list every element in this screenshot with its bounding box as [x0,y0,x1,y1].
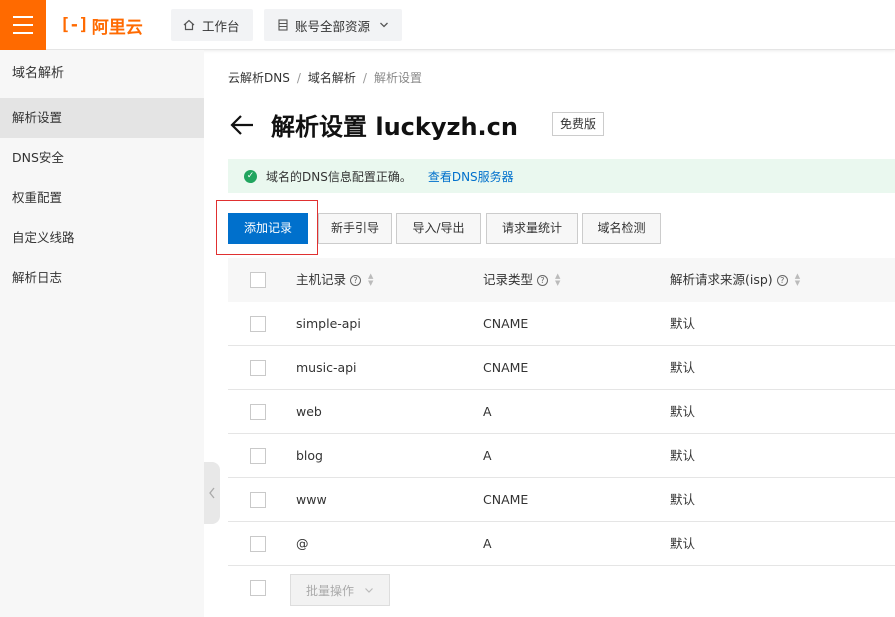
breadcrumb: 云解析DNS / 域名解析 / 解析设置 [228,71,422,85]
sort-icon[interactable]: ▲ ▼ [368,273,373,287]
batch-operation-dropdown[interactable]: 批量操作 [290,574,390,606]
help-icon[interactable]: ? [537,274,549,286]
chevron-down-icon [365,587,373,593]
cell-line: 默认 [670,448,696,463]
cell-type: A [483,404,492,419]
sidebar-item-dns-security[interactable]: DNS安全 [0,138,204,178]
cell-line: 默认 [670,536,696,551]
workbench-button[interactable]: 工作台 [171,9,253,41]
home-icon [183,19,195,31]
add-record-button[interactable]: 添加记录 [228,213,308,244]
back-arrow-icon[interactable] [228,111,256,139]
table-header: 主机记录 ? ▲ ▼ 记录类型 ? ▲ ▼ 解析请求来源(isp) ? ▲ ▼ [228,258,895,302]
sidebar-item-weight-config[interactable]: 权重配置 [0,178,204,218]
row-checkbox[interactable] [250,360,266,376]
alert-message: 域名的DNS信息配置正确。 [266,169,412,184]
header-host[interactable]: 主机记录 ? ▲ ▼ [296,258,373,302]
table-row: blog A 默认 [228,434,895,478]
request-stats-button[interactable]: 请求量统计 [486,213,578,244]
cell-type: CNAME [483,492,529,507]
row-checkbox[interactable] [250,448,266,464]
table-footer: 批量操作 [228,566,895,610]
domain-check-button[interactable]: 域名检测 [582,213,661,244]
cell-line: 默认 [670,316,696,331]
resources-icon [278,19,288,31]
account-resources-dropdown[interactable]: 账号全部资源 [264,9,402,41]
top-bar: [-] 阿里云 工作台 账号全部资源 [0,0,895,50]
chevron-down-icon [380,22,388,28]
sort-icon[interactable]: ▲ ▼ [555,273,560,287]
cell-host: @ [296,536,309,551]
sidebar: 域名解析 解析设置 DNS安全 权重配置 自定义线路 解析日志 [0,50,204,617]
cell-line: 默认 [670,360,696,375]
guide-button[interactable]: 新手引导 [318,213,392,244]
view-dns-servers-link[interactable]: 查看DNS服务器 [428,168,514,185]
cell-type: A [483,448,492,463]
edition-badge: 免费版 [552,112,605,136]
help-icon[interactable]: ? [350,274,362,286]
page-title: 解析设置 luckyzh.cn [271,113,518,141]
batch-operation-label: 批量操作 [305,583,354,598]
header-line[interactable]: 解析请求来源(isp) ? ▲ ▼ [670,258,800,302]
header-line-label: 解析请求来源(isp) [670,272,773,287]
workbench-label: 工作台 [202,18,240,34]
logo-mark: [-] [60,15,89,35]
table-row: web A 默认 [228,390,895,434]
breadcrumb-current: 解析设置 [373,71,422,85]
table-row: music-api CNAME 默认 [228,346,895,390]
cell-type: A [483,536,492,551]
cell-host: web [296,404,322,419]
cell-line: 默认 [670,404,696,419]
header-type-label: 记录类型 [483,272,534,287]
cell-host: simple-api [296,316,361,331]
table-row: @ A 默认 [228,522,895,566]
cell-host: music-api [296,360,357,375]
logo-text: 阿里云 [91,17,143,38]
footer-select-checkbox[interactable] [250,580,266,596]
row-checkbox[interactable] [250,492,266,508]
aliyun-logo[interactable]: [-] 阿里云 [60,13,143,38]
breadcrumb-cloud-dns[interactable]: 云解析DNS [228,71,290,85]
sort-icon[interactable]: ▲ ▼ [795,273,800,287]
cell-host: blog [296,448,323,463]
select-all-checkbox[interactable] [250,272,266,288]
header-type[interactable]: 记录类型 ? ▲ ▼ [483,258,560,302]
row-checkbox[interactable] [250,536,266,552]
sidebar-item-dns-log[interactable]: 解析日志 [0,258,204,298]
resources-label: 账号全部资源 [295,18,371,34]
cell-line: 默认 [670,492,696,507]
sidebar-item-custom-line[interactable]: 自定义线路 [0,218,204,258]
row-checkbox[interactable] [250,404,266,420]
cell-host: www [296,492,327,507]
import-export-button[interactable]: 导入/导出 [396,213,481,244]
sidebar-title: 域名解析 [12,66,65,81]
table-row: www CNAME 默认 [228,478,895,522]
row-checkbox[interactable] [250,316,266,332]
dns-status-alert: ✓ 域名的DNS信息配置正确。 查看DNS服务器 [228,159,895,193]
breadcrumb-domain-dns[interactable]: 域名解析 [308,71,356,85]
main-content: 云解析DNS / 域名解析 / 解析设置 解析设置 luckyzh.cn 免费版 ✓ 域… [204,50,895,617]
records-table: 主机记录 ? ▲ ▼ 记录类型 ? ▲ ▼ 解析请求来源(isp) ? ▲ ▼ sim… [228,258,895,566]
help-icon[interactable]: ? [776,274,788,286]
check-circle-icon: ✓ [244,169,257,183]
cell-type: CNAME [483,316,529,331]
table-row: simple-api CNAME 默认 [228,302,895,346]
cell-type: CNAME [483,360,529,375]
hamburger-menu-icon[interactable] [0,0,46,50]
sidebar-item-dns-settings[interactable]: 解析设置 [0,98,204,138]
header-host-label: 主机记录 [296,272,347,287]
